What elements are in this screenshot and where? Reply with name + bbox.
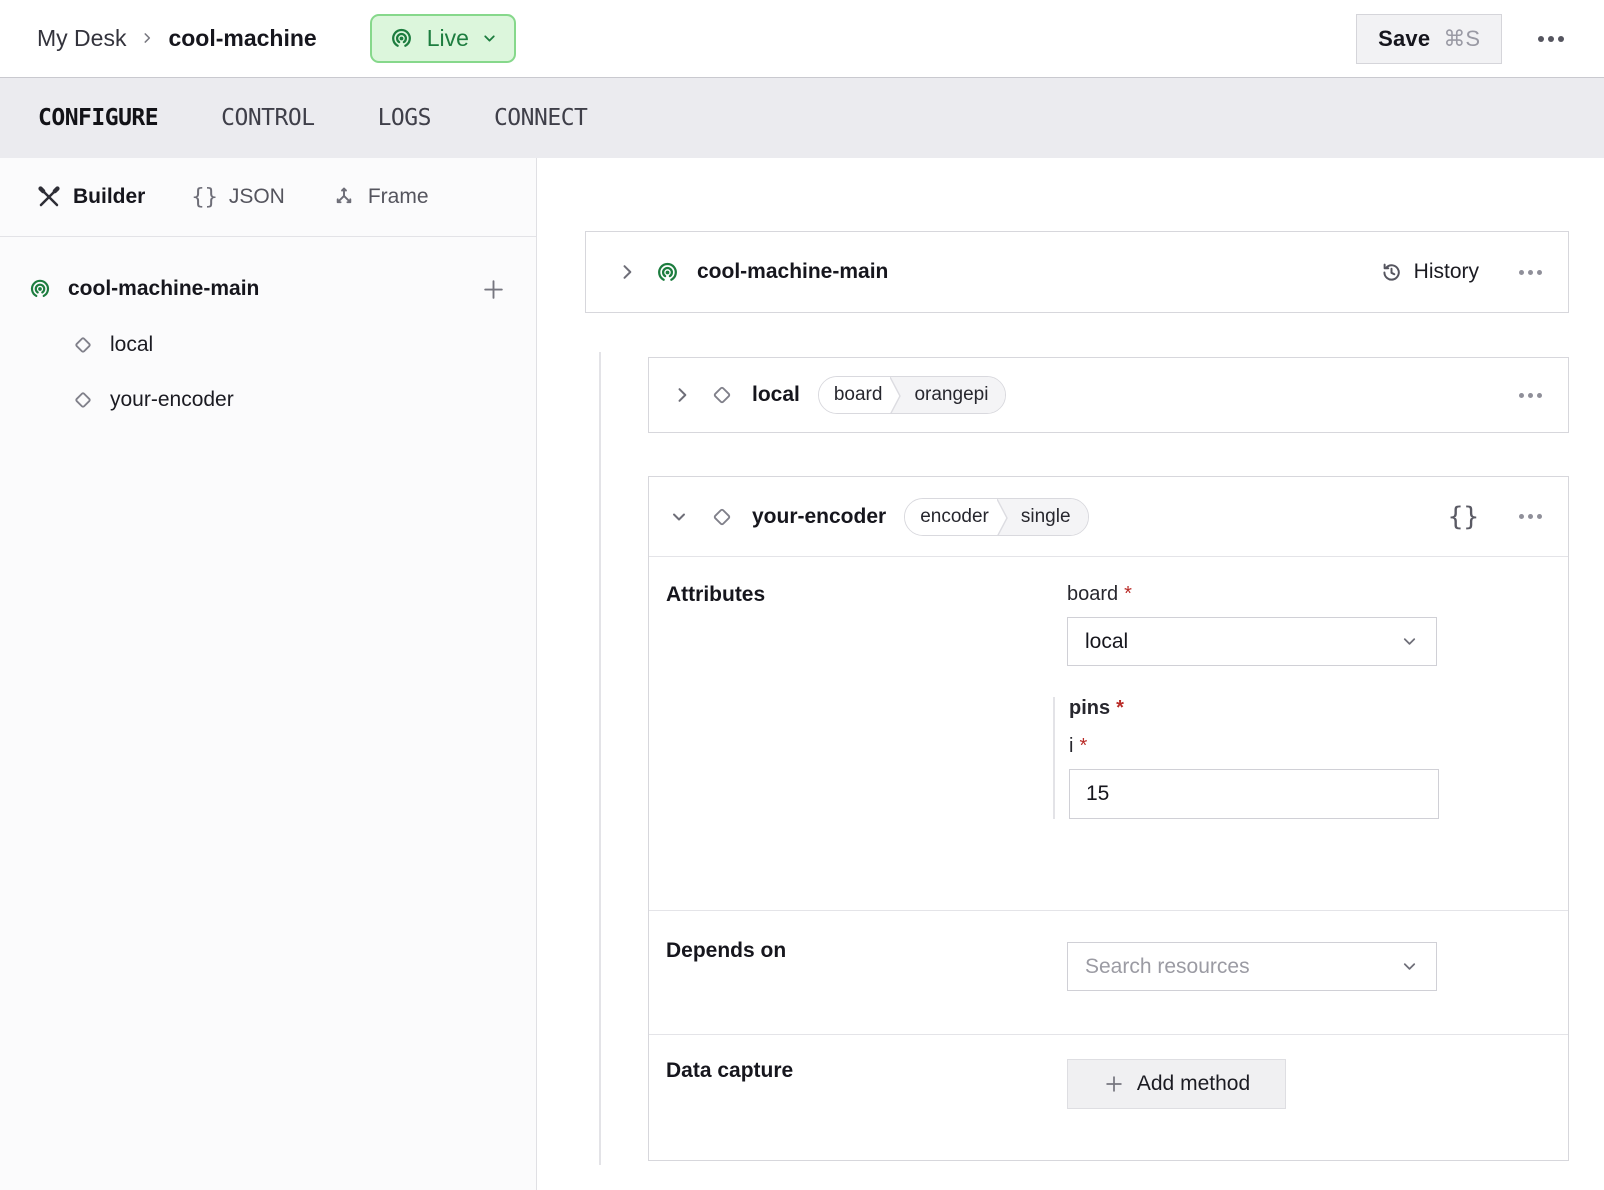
card-your-encoder: your-encoder encoder single {} xyxy=(648,476,1569,1161)
required-asterisk: * xyxy=(1124,583,1132,605)
depends-on-section: Depends on Search resources xyxy=(649,910,1568,1034)
tree-item-your-encoder[interactable]: your-encoder xyxy=(0,381,536,419)
tree-item-local-label: local xyxy=(110,333,153,357)
component-diamond-icon xyxy=(70,332,96,358)
component-diamond-icon xyxy=(708,381,736,409)
frame-axes-icon xyxy=(331,184,357,210)
tab-connect[interactable]: CONNECT xyxy=(494,105,587,131)
tree-connector-line xyxy=(599,352,601,1165)
pins-field-label: pins* xyxy=(1069,697,1548,720)
view-tab-builder[interactable]: Builder xyxy=(36,184,145,210)
pin-i-input[interactable] xyxy=(1069,769,1439,819)
board-select[interactable]: local xyxy=(1067,617,1437,666)
board-field-label: board* xyxy=(1067,583,1548,606)
local-type-model-badge: board orangepi xyxy=(818,376,1007,414)
tree-item-local[interactable]: local xyxy=(0,326,536,364)
required-asterisk: * xyxy=(1079,735,1087,757)
resource-tree: cool-machine-main local xyxy=(0,237,536,419)
expand-chevron-right-icon[interactable] xyxy=(614,262,640,282)
card-machine-part: cool-machine-main History xyxy=(585,231,1569,313)
tree-item-your-encoder-label: your-encoder xyxy=(110,388,234,412)
main-tabbar: CONFIGURE CONTROL LOGS CONNECT xyxy=(0,78,1604,158)
badge-divider-chevron xyxy=(890,377,905,413)
chevron-down-icon xyxy=(1400,957,1419,976)
tab-control[interactable]: CONTROL xyxy=(221,105,314,131)
i-field-label: i* xyxy=(1069,735,1548,758)
live-status-label: Live xyxy=(427,25,469,52)
json-braces-icon: {} xyxy=(191,185,218,210)
data-capture-section: Data capture Add method xyxy=(649,1034,1568,1160)
tab-logs[interactable]: LOGS xyxy=(378,105,431,131)
history-clock-icon xyxy=(1379,260,1404,285)
config-main-panel: cool-machine-main History xyxy=(537,158,1604,1190)
component-diamond-icon xyxy=(70,387,96,413)
add-method-button[interactable]: Add method xyxy=(1067,1059,1286,1109)
machine-live-icon xyxy=(388,25,415,52)
edit-json-button[interactable]: {} xyxy=(1448,502,1479,532)
save-button[interactable]: Save ⌘S xyxy=(1356,14,1502,64)
component-type: board xyxy=(819,377,891,413)
view-mode-tabs: Builder {} JSON Frame xyxy=(0,158,536,237)
collapse-chevron-down-icon[interactable] xyxy=(666,507,692,527)
history-button[interactable]: History xyxy=(1379,260,1479,285)
view-tab-frame[interactable]: Frame xyxy=(331,184,429,210)
chevron-down-icon xyxy=(1400,632,1419,651)
app-header: My Desk cool-machine Live Save ⌘S xyxy=(0,0,1604,78)
tree-item-machine-part-label: cool-machine-main xyxy=(68,277,481,301)
your-encoder-title: your-encoder xyxy=(752,505,886,529)
config-sidebar: Builder {} JSON Frame xyxy=(0,158,537,1190)
add-method-label: Add method xyxy=(1137,1072,1250,1096)
component-type: encoder xyxy=(905,499,997,535)
card-local-board: local board orangepi xyxy=(648,357,1569,433)
your-encoder-header: your-encoder encoder single {} xyxy=(649,477,1568,557)
breadcrumb-current: cool-machine xyxy=(168,25,316,52)
local-board-menu-button[interactable] xyxy=(1517,387,1544,404)
view-tab-frame-label: Frame xyxy=(368,185,429,209)
attributes-section: Attributes board* local pins* i xyxy=(649,557,1568,910)
required-asterisk: * xyxy=(1116,697,1124,719)
tree-item-machine-part[interactable]: cool-machine-main xyxy=(0,269,536,309)
view-tab-json[interactable]: {} JSON xyxy=(191,185,285,210)
breadcrumb-parent[interactable]: My Desk xyxy=(37,25,126,52)
depends-on-placeholder: Search resources xyxy=(1085,955,1250,979)
header-actions: Save ⌘S xyxy=(1356,14,1566,64)
breadcrumb-chevron-icon xyxy=(140,31,154,45)
expand-chevron-right-icon[interactable] xyxy=(669,385,695,405)
builder-tools-icon xyxy=(36,184,62,210)
plus-icon xyxy=(1103,1073,1125,1095)
save-shortcut: ⌘S xyxy=(1443,26,1480,52)
history-label: History xyxy=(1414,260,1479,284)
add-component-button[interactable] xyxy=(481,277,506,302)
breadcrumb: My Desk cool-machine Live xyxy=(37,14,516,63)
board-select-value: local xyxy=(1085,630,1128,654)
chevron-down-icon xyxy=(481,30,498,47)
depends-on-heading: Depends on xyxy=(666,939,1067,1034)
machine-part-icon xyxy=(27,276,53,302)
machine-part-icon xyxy=(654,259,681,286)
attributes-heading: Attributes xyxy=(666,583,1067,910)
depends-on-select[interactable]: Search resources xyxy=(1067,942,1437,991)
component-diamond-icon xyxy=(708,503,736,531)
data-capture-heading: Data capture xyxy=(666,1059,1067,1160)
pins-group: pins* i* xyxy=(1053,697,1548,819)
machine-part-title: cool-machine-main xyxy=(697,260,888,284)
view-tab-builder-label: Builder xyxy=(73,185,145,209)
tab-configure[interactable]: CONFIGURE xyxy=(38,105,158,131)
badge-divider-chevron xyxy=(997,499,1012,535)
local-board-title: local xyxy=(752,383,800,407)
component-model: orangepi xyxy=(905,377,1005,413)
view-tab-json-label: JSON xyxy=(229,185,285,209)
save-button-label: Save xyxy=(1378,26,1430,52)
live-status-dropdown[interactable]: Live xyxy=(370,14,516,63)
header-more-menu-button[interactable] xyxy=(1536,30,1566,48)
machine-part-menu-button[interactable] xyxy=(1517,264,1544,281)
encoder-type-model-badge: encoder single xyxy=(904,498,1088,536)
your-encoder-menu-button[interactable] xyxy=(1517,508,1544,525)
component-model: single xyxy=(1012,499,1088,535)
